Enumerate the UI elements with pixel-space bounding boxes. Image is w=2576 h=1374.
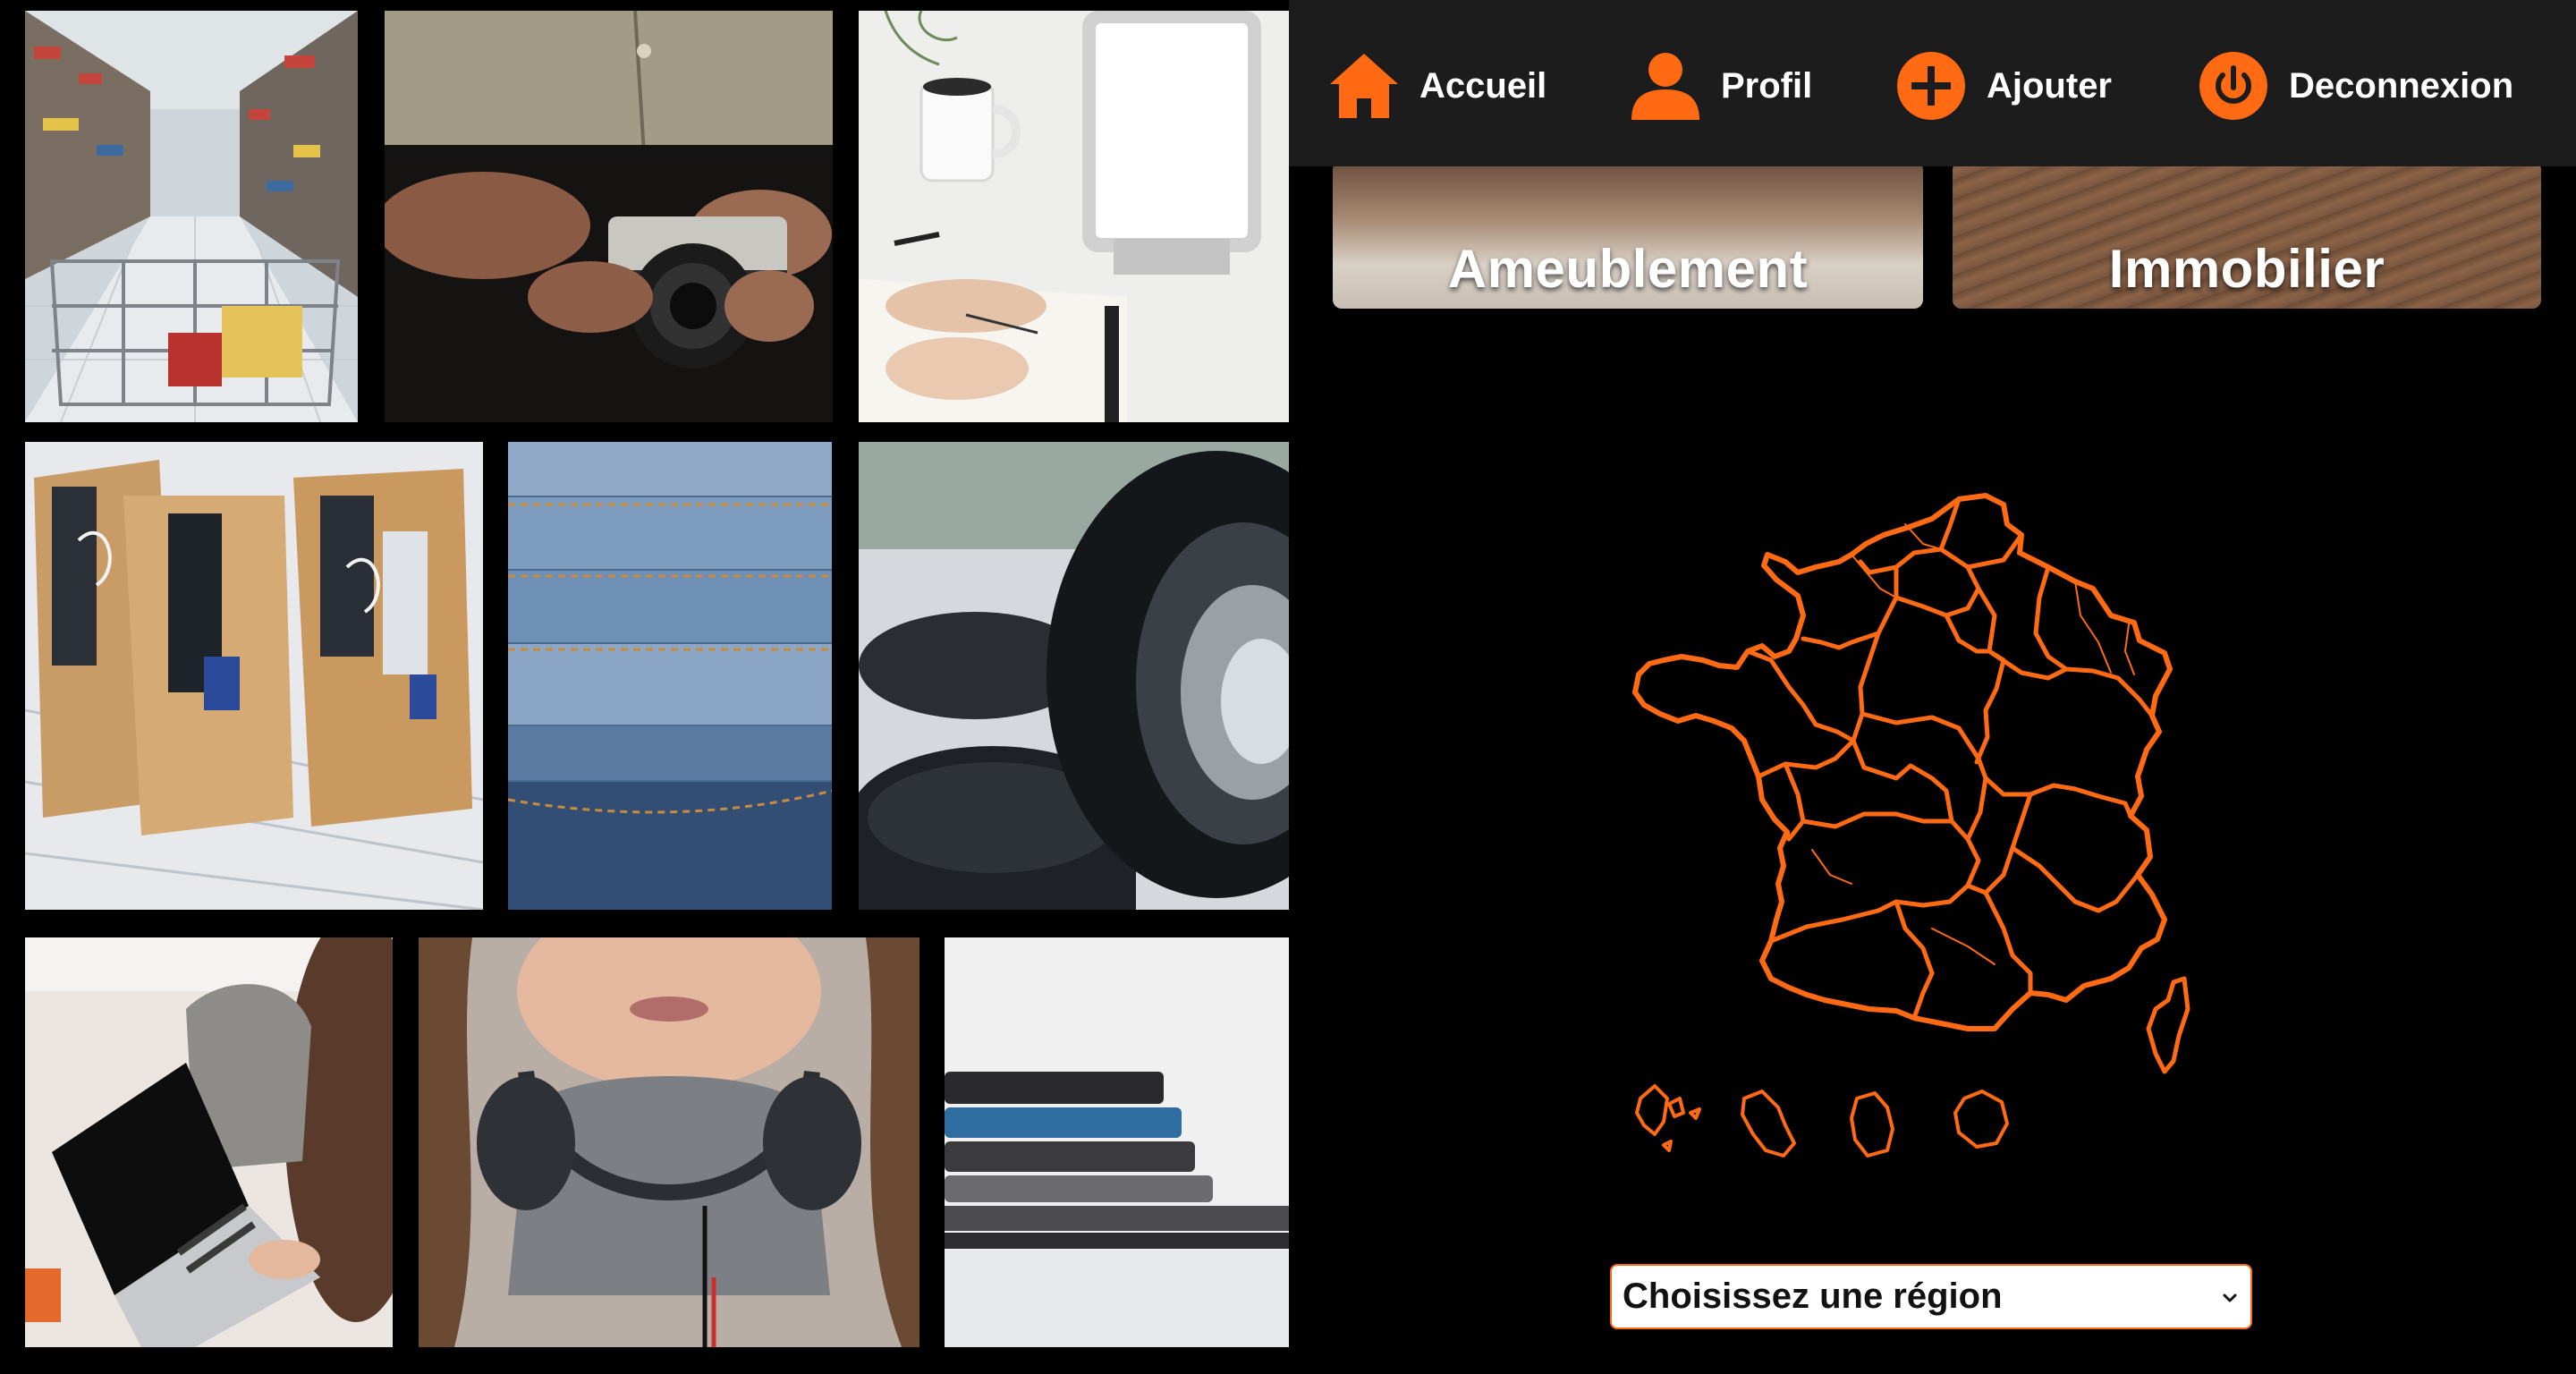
overseas-guadeloupe [1635, 1084, 1701, 1152]
nav-label: Ajouter [1987, 65, 2112, 106]
nav-label: Accueil [1419, 65, 1547, 106]
department-border [1851, 554, 1897, 598]
region-border [1768, 899, 1953, 944]
category-card-immobilier[interactable]: Immobilier [1953, 161, 2541, 309]
region-select[interactable]: Choisissez une région [1610, 1264, 2252, 1329]
overseas-reunion [1953, 1090, 2009, 1149]
photo-laptop-work [25, 937, 393, 1347]
nav-deconnexion[interactable]: Deconnexion [2198, 50, 2513, 122]
region-border [1983, 890, 2033, 996]
photo-jeans-stack [508, 442, 832, 910]
overseas-martinique [1741, 1090, 1796, 1158]
region-border [1944, 613, 1992, 654]
region-border [2010, 845, 2140, 913]
photo-phone-stack [945, 937, 1289, 1347]
user-icon [1630, 50, 1701, 122]
home-icon [1328, 50, 1400, 122]
photo-supermarket-aisle [25, 11, 358, 422]
region-border [1894, 564, 1981, 618]
region-border [1974, 586, 2006, 765]
nav-ajouter[interactable]: Ajouter [1895, 50, 2112, 122]
region-select-value: Choisissez une région [1623, 1276, 2003, 1316]
nav-label: Profil [1721, 65, 1813, 106]
region-border [1860, 711, 1988, 781]
region-border [1938, 532, 2024, 570]
photo-camera-lens [859, 442, 1289, 910]
power-icon [2198, 50, 2269, 122]
photo-shopping-bags [25, 442, 483, 910]
department-border [1931, 928, 1996, 965]
region-border [1861, 763, 1981, 904]
nav-accueil[interactable]: Accueil [1328, 50, 1546, 122]
overseas-guyane [1850, 1091, 1894, 1158]
chevron-down-icon [2220, 1276, 2240, 1317]
photo-headphones-woman [419, 937, 919, 1347]
top-navbar: Accueil Profil Ajouter Deconnexion [1289, 0, 2576, 166]
region-border [1851, 631, 1881, 770]
mainland-outline [1632, 493, 2173, 1031]
region-border [1801, 564, 1899, 650]
category-label: Immobilier [2108, 239, 2385, 299]
photo-desk-tablet [859, 11, 1289, 422]
region-border [1783, 761, 1806, 842]
nav-label: Deconnexion [2289, 65, 2514, 106]
region-border [1745, 649, 1856, 743]
photo-canon-camera [385, 11, 833, 422]
region-border [1965, 776, 1988, 842]
corsica-outline [2146, 976, 2190, 1074]
region-border [1983, 776, 2133, 818]
region-border [1801, 811, 1954, 829]
region-border [1965, 792, 2033, 895]
region-border [1894, 899, 1935, 1021]
department-border [1811, 849, 1852, 885]
france-regions-map[interactable] [1628, 481, 2218, 1179]
department-border [2124, 623, 2135, 675]
department-border [2074, 581, 2112, 674]
nav-profil[interactable]: Profil [1630, 50, 1812, 122]
category-card-ameublement[interactable]: Ameublement [1333, 161, 1923, 309]
plus-circle-icon [1895, 50, 1967, 122]
region-border [1756, 738, 1856, 779]
category-label: Ameublement [1447, 239, 1809, 299]
